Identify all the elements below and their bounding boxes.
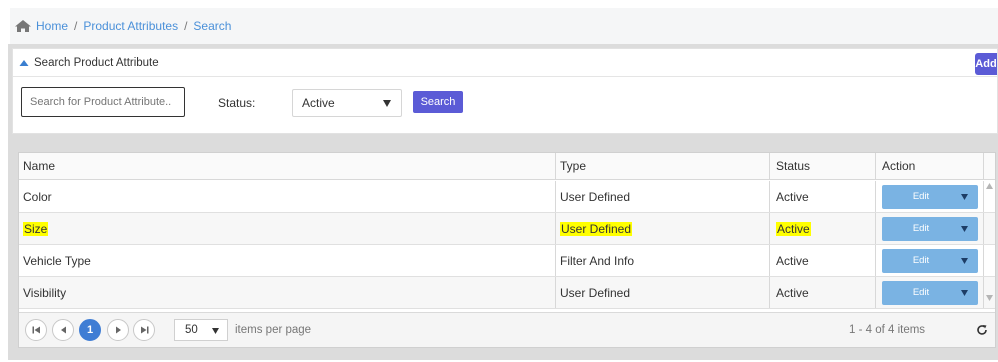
page-button-current[interactable]: 1 <box>79 319 101 341</box>
edit-button[interactable]: Edit <box>882 280 978 305</box>
last-page-button[interactable] <box>133 319 155 341</box>
status-select[interactable]: Active <box>292 89 402 117</box>
cell-name: Vehicle Type <box>23 253 91 268</box>
breadcrumb-search[interactable]: Search <box>193 19 231 33</box>
edit-button[interactable]: Edit <box>882 216 978 241</box>
pager-info: 1 - 4 of 4 items <box>849 324 926 336</box>
breadcrumb-home[interactable]: Home <box>36 19 68 33</box>
cell-type: User Defined <box>555 277 769 308</box>
prev-page-button[interactable] <box>52 319 74 341</box>
search-panel-title: Search Product Attribute <box>34 56 159 69</box>
table-row[interactable]: Size User Defined Active Edit <box>19 213 995 245</box>
status-label: Status: <box>218 96 256 110</box>
edit-button-label: Edit <box>912 191 930 202</box>
cell-type: User Defined <box>555 181 769 212</box>
page-size-value: 50 <box>185 324 198 336</box>
cell-status: Active <box>769 277 875 308</box>
grid-header: Name Type Status Action <box>19 153 995 180</box>
scroll-track[interactable] <box>983 245 995 276</box>
scroll-track[interactable] <box>983 213 995 244</box>
header-scroll-spacer <box>983 153 995 179</box>
edit-button-label: Edit <box>912 223 930 234</box>
prev-page-icon <box>60 326 66 334</box>
breadcrumb-separator: / <box>74 19 78 33</box>
edit-button-label: Edit <box>912 287 930 298</box>
cell-action: Edit <box>875 213 983 244</box>
cell-type: User Defined <box>555 213 769 244</box>
table-row[interactable]: Visibility User Defined Active Edit <box>19 277 995 309</box>
cell-status: Active <box>769 245 875 276</box>
caret-down-icon[interactable] <box>961 257 968 264</box>
next-page-button[interactable] <box>107 319 129 341</box>
breadcrumb: Home / Product Attributes / Search <box>10 8 998 44</box>
caret-down-icon <box>212 328 219 334</box>
cell-type: Filter And Info <box>555 245 769 276</box>
pager: 1 50 items per page 1 - 4 of 4 items <box>19 312 995 347</box>
cell-name: Size <box>23 221 49 236</box>
cell-status: Active <box>769 181 875 212</box>
attributes-grid: Name Type Status Action Color User Defin… <box>18 152 996 348</box>
edit-button[interactable]: Edit <box>882 184 978 209</box>
page-size-select[interactable]: 50 <box>174 319 228 341</box>
breadcrumb-separator: / <box>184 19 188 33</box>
column-header-action: Action <box>875 153 983 179</box>
items-per-page-label: items per page <box>235 324 312 336</box>
search-panel-header[interactable]: Search Product Attribute <box>13 49 997 77</box>
cell-name: Visibility <box>23 285 67 300</box>
caret-down-icon[interactable] <box>961 193 968 200</box>
cell-action: Edit <box>875 181 983 212</box>
status-select-value: Active <box>302 96 335 110</box>
cell-action: Edit <box>875 277 983 308</box>
search-button[interactable]: Search <box>413 91 463 113</box>
search-panel: Search Product Attribute Add Status: Act… <box>12 48 998 134</box>
scroll-down-icon[interactable] <box>986 295 993 301</box>
cell-name: Color <box>23 189 52 204</box>
scroll-up-icon[interactable] <box>986 183 993 189</box>
edit-button[interactable]: Edit <box>882 248 978 273</box>
column-header-name[interactable]: Name <box>19 153 555 179</box>
column-header-type[interactable]: Type <box>555 153 769 179</box>
table-row[interactable]: Color User Defined Active Edit <box>19 181 995 213</box>
cell-action: Edit <box>875 245 983 276</box>
first-page-icon <box>32 326 40 334</box>
first-page-button[interactable] <box>25 319 47 341</box>
home-icon[interactable] <box>14 19 32 33</box>
column-header-status[interactable]: Status <box>769 153 875 179</box>
cell-status: Active <box>769 213 875 244</box>
caret-down-icon[interactable] <box>961 225 968 232</box>
next-page-icon <box>115 326 121 334</box>
search-input[interactable] <box>21 87 185 117</box>
breadcrumb-product-attributes[interactable]: Product Attributes <box>83 19 178 33</box>
table-row[interactable]: Vehicle Type Filter And Info Active Edit <box>19 245 995 277</box>
chevron-up-icon[interactable] <box>19 59 29 67</box>
edit-button-label: Edit <box>912 255 930 266</box>
last-page-icon <box>140 326 148 334</box>
caret-down-icon[interactable] <box>961 289 968 296</box>
scroll-track[interactable] <box>983 277 995 308</box>
refresh-icon[interactable] <box>976 324 988 336</box>
caret-down-icon <box>383 100 391 107</box>
add-button[interactable]: Add <box>975 53 997 75</box>
